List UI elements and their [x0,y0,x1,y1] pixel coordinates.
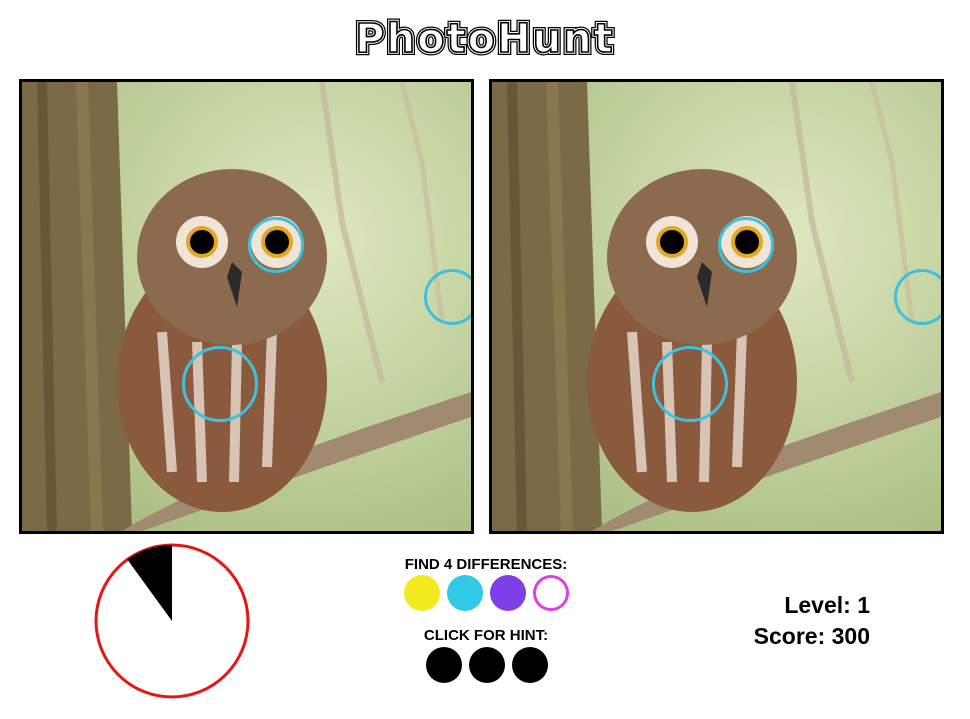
difference-marker-1 [404,575,440,611]
difference-marker-4 [533,575,569,611]
score-display: Score: 300 [753,623,870,649]
photo-right[interactable] [489,79,944,534]
found-difference-chest-ring [652,346,728,422]
hint-button-3[interactable] [512,647,548,683]
game-title: PhotoHunt PhotoHunt PhotoHunt [0,8,970,68]
hint-label: CLICK FOR HINT: [423,627,549,644]
difference-marker-2 [447,575,483,611]
owl-photo-right [492,82,941,531]
find-differences-label: FIND 4 DIFFERENCES: [404,556,568,573]
found-difference-branch-ring [894,269,941,325]
hint-button-1[interactable] [426,647,462,683]
difference-marker-3 [490,575,526,611]
svg-text:PhotoHunt: PhotoHunt [355,16,614,62]
hint-button-2[interactable] [469,647,505,683]
found-difference-eye-ring [248,217,304,273]
game-title-logo: PhotoHunt PhotoHunt PhotoHunt [352,13,615,64]
found-difference-eye-ring [718,217,774,273]
countdown-timer [94,543,250,704]
hint-buttons [426,647,548,683]
difference-markers [404,575,569,611]
level-display: Level: 1 [784,592,870,618]
photo-left[interactable] [19,79,474,534]
timer-pie [94,543,250,699]
stats-panel: Level: 1 Score: 300 [754,590,870,652]
found-difference-branch-ring [424,269,471,325]
found-difference-chest-ring [182,346,258,422]
owl-photo-left [22,82,471,531]
